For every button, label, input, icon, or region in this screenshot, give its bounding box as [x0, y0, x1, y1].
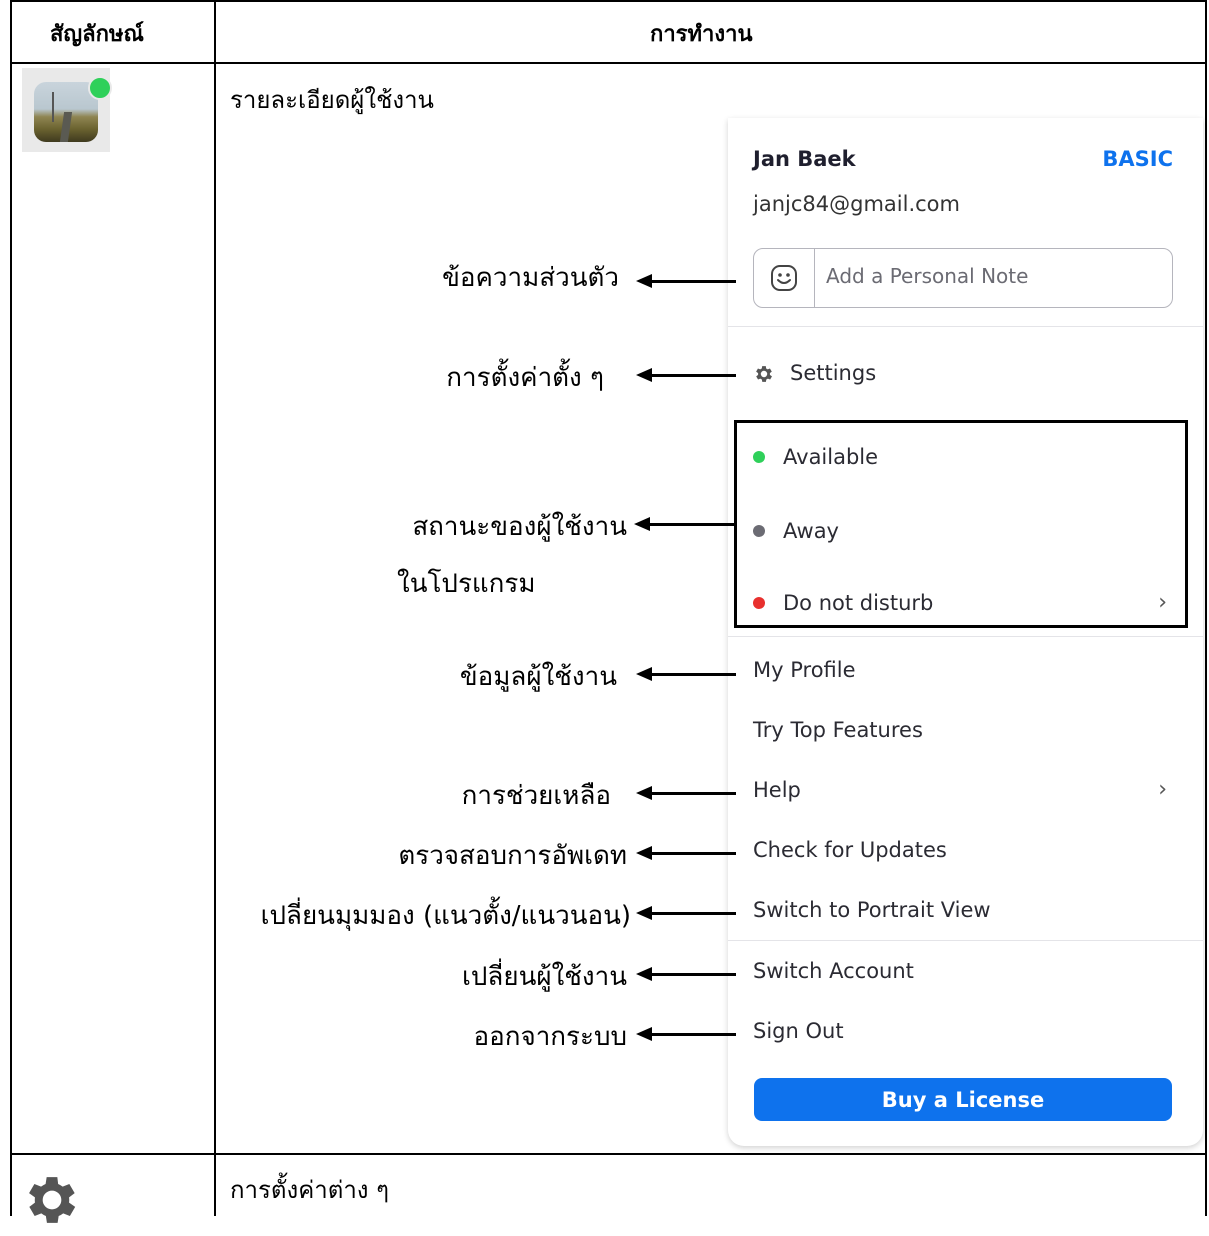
profile-menu-panel: Jan Baek BASIC janjc84@gmail.com Setting…	[728, 118, 1203, 1146]
table-left-border	[10, 0, 12, 1216]
annotation-profile: ข้อมูลผู้ใช้งาน	[459, 662, 617, 692]
away-clock-icon	[753, 525, 765, 537]
divider	[728, 636, 1203, 637]
header-function: การทำงาน	[650, 22, 753, 47]
personal-note-input[interactable]	[826, 264, 1156, 288]
annotation-personal-note: ข้อความส่วนตัว	[442, 263, 619, 293]
annotation-switch-user: เปลี่ยนผู้ใช้งาน	[462, 962, 627, 992]
annotation-status-line2: ในโปรแกรม	[397, 569, 536, 599]
annotation-view: เปลี่ยนมุมมอง (แนวตั้ง/แนวนอน)	[260, 901, 631, 931]
row-description-settings: การตั้งค่าต่าง ๆ	[230, 1176, 390, 1204]
annotation-help: การช่วยเหลือ	[461, 781, 611, 811]
gear-icon	[753, 363, 775, 390]
menu-item-my-profile[interactable]: My Profile	[753, 658, 856, 682]
menu-item-sign-out[interactable]: Sign Out	[753, 1019, 844, 1043]
plan-badge: BASIC	[1102, 147, 1173, 171]
menu-item-portrait-view[interactable]: Switch to Portrait View	[753, 898, 991, 922]
row-description-profile: รายละเอียดผู้ใช้งาน	[230, 86, 434, 114]
status-away-label: Away	[783, 519, 839, 543]
menu-item-check-updates[interactable]: Check for Updates	[753, 838, 947, 862]
avatar-scene-pole	[52, 92, 54, 122]
status-available-label: Available	[783, 445, 879, 469]
online-status-dot	[88, 76, 112, 100]
annotation-settings: การตั้งค่าตั้ง ๆ	[446, 363, 604, 393]
dnd-icon	[753, 597, 765, 609]
menu-item-settings-label: Settings	[790, 361, 877, 385]
available-dot-icon	[753, 451, 765, 463]
user-email: janjc84@gmail.com	[753, 192, 960, 216]
divider	[728, 940, 1203, 941]
user-name: Jan Baek	[753, 147, 856, 171]
menu-item-help[interactable]: Help	[753, 778, 801, 802]
avatar-scene-road	[59, 112, 73, 142]
buy-license-button[interactable]: Buy a License	[754, 1078, 1172, 1121]
status-dnd-label: Do not disturb	[783, 591, 934, 615]
annotation-updates: ตรวจสอบการอัพเดท	[398, 841, 627, 871]
annotation-sign-out: ออกจากระบบ	[473, 1022, 628, 1052]
table-column-divider	[214, 0, 216, 1216]
table-right-border	[1205, 0, 1207, 1216]
personal-note-field[interactable]	[753, 248, 1173, 308]
header-symbol: สัญลักษณ์	[50, 22, 144, 47]
table-row-divider	[10, 1153, 1207, 1155]
annotation-status-line1: สถานะของผู้ใช้งาน	[412, 512, 627, 542]
menu-item-switch-account[interactable]: Switch Account	[753, 959, 914, 983]
table-top-border	[10, 0, 1207, 2]
profile-avatar-icon	[22, 68, 112, 152]
chevron-right-icon: ›	[1158, 590, 1167, 615]
gear-icon	[20, 1168, 84, 1236]
menu-item-try-top-features[interactable]: Try Top Features	[753, 718, 923, 742]
chevron-right-icon: ›	[1158, 777, 1167, 802]
table-header-divider	[10, 62, 1207, 64]
emoji-icon[interactable]	[754, 249, 815, 307]
divider	[728, 326, 1203, 327]
